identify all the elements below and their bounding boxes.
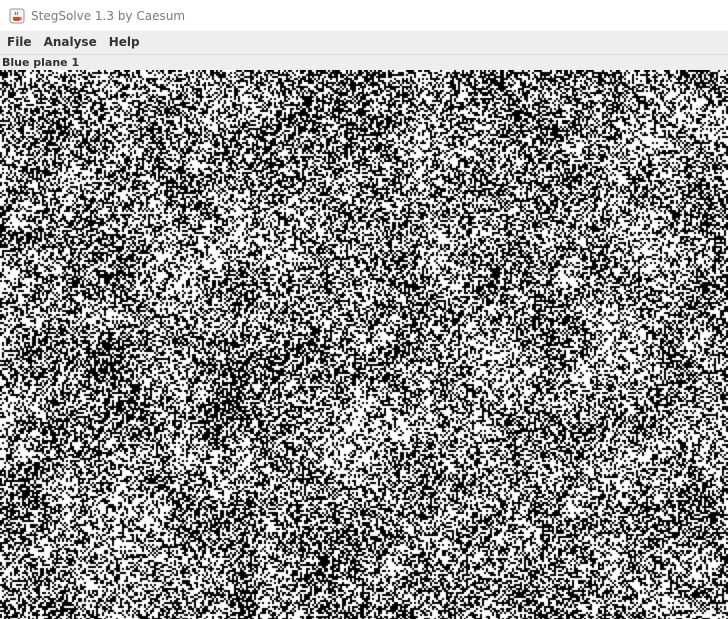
title-bar: StegSolve 1.3 by Caesum	[0, 0, 728, 31]
menu-analyse[interactable]: Analyse	[38, 31, 103, 54]
window-title: StegSolve 1.3 by Caesum	[31, 8, 186, 23]
plane-label: Blue plane 1	[2, 56, 80, 69]
bit-plane-canvas	[0, 70, 728, 619]
menu-file[interactable]: File	[0, 31, 38, 54]
plane-label-bar: Blue plane 1	[0, 55, 728, 70]
menu-help[interactable]: Help	[103, 31, 146, 54]
bit-plane-image	[0, 70, 728, 619]
java-cup-icon	[9, 8, 25, 24]
menu-bar: File Analyse Help	[0, 31, 728, 55]
